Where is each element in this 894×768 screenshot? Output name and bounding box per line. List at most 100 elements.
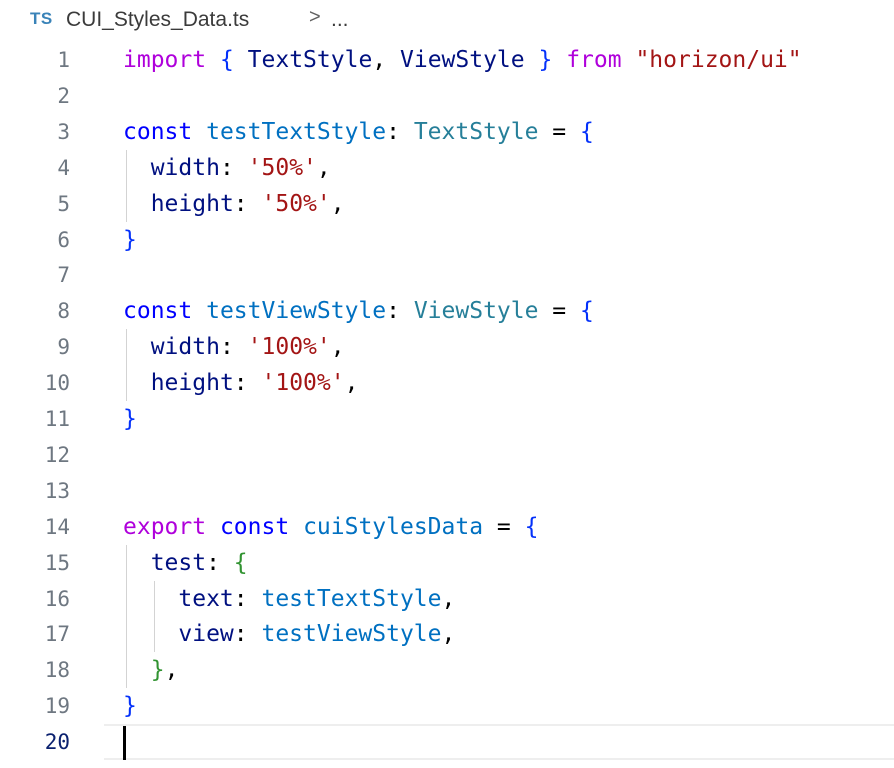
code-token: test <box>150 549 207 576</box>
code-token: width <box>150 154 220 181</box>
code-line[interactable]: 17 view: testViewStyle, <box>0 616 894 653</box>
line-number: 16 <box>44 586 70 611</box>
text-cursor <box>123 726 126 761</box>
breadcrumb: TS CUI_Styles_Data.ts > ... <box>0 0 894 44</box>
code-line[interactable]: 6} <box>0 222 894 258</box>
code-token: height <box>150 190 234 217</box>
code-text: } <box>123 222 137 258</box>
code-text: export const cuiStylesData = { <box>123 509 538 545</box>
code-line[interactable]: 20 <box>0 724 894 761</box>
code-token: , <box>441 621 456 648</box>
code-line[interactable]: 8 const testViewStyle: ViewStyle = { <box>0 293 894 329</box>
code-token: TextStyle <box>247 47 373 73</box>
code-text: } <box>123 688 137 724</box>
code-line[interactable]: 4 width: '50%', <box>0 149 894 186</box>
code-line[interactable]: 11} <box>0 401 894 437</box>
line-number: 14 <box>44 514 70 539</box>
code-line[interactable]: 7 <box>0 257 894 293</box>
code-token: ViewStyle <box>400 47 525 73</box>
line-number: 6 <box>57 227 70 252</box>
code-line[interactable]: 13 <box>0 473 894 509</box>
code-token: import <box>123 47 207 73</box>
line-number: 2 <box>57 83 70 108</box>
code-token: { <box>233 549 248 576</box>
code-token: '100%' <box>247 334 331 361</box>
line-number: 4 <box>57 155 70 180</box>
line-number: 12 <box>44 442 70 467</box>
line-number: 10 <box>44 371 70 396</box>
code-text: import { TextStyle, ViewStyle } from "ho… <box>123 42 802 78</box>
code-token: testViewStyle <box>261 621 442 648</box>
code-text: width: '50%', <box>123 150 331 186</box>
code-line[interactable]: 3 const testTextStyle: TextStyle = { <box>0 114 894 150</box>
code-token: testViewStyle <box>206 298 387 325</box>
code-token: : <box>206 549 234 576</box>
code-token: height <box>150 370 234 397</box>
code-token: from <box>566 47 622 73</box>
code-token: cuiStylesData <box>303 513 484 540</box>
code-line[interactable]: 12 <box>0 437 894 473</box>
code-line[interactable]: 10 height: '100%', <box>0 365 894 402</box>
code-token: } <box>150 657 165 684</box>
code-text: }, <box>123 652 179 688</box>
code-token: , <box>164 657 179 684</box>
code-token: , <box>330 190 345 217</box>
code-line[interactable]: 19} <box>0 688 894 724</box>
code-line[interactable]: 5 height: '50%', <box>0 185 894 222</box>
code-token: "horizon/ui" <box>635 47 802 73</box>
chevron-right-icon: > <box>309 6 321 28</box>
code-token: { <box>580 298 594 325</box>
code-line[interactable]: 14 export const cuiStylesData = { <box>0 509 894 545</box>
breadcrumb-file-name[interactable]: CUI_Styles_Data.ts <box>66 8 249 32</box>
line-number: 7 <box>57 263 70 288</box>
breadcrumb-more[interactable]: ... <box>331 8 349 32</box>
code-token: = <box>538 118 580 145</box>
code-text: const testViewStyle: ViewStyle = { <box>123 293 594 329</box>
code-line[interactable]: 2 <box>0 78 894 114</box>
code-line[interactable]: 18 }, <box>0 652 894 689</box>
code-token: , <box>372 47 400 73</box>
code-token: text <box>178 585 234 612</box>
code-token: , <box>316 154 331 181</box>
line-number: 17 <box>44 622 70 647</box>
line-number: 13 <box>44 478 70 503</box>
code-token: } <box>123 226 137 253</box>
code-token: : <box>233 190 262 217</box>
code-token: export <box>123 513 207 540</box>
code-line[interactable]: 1 import { TextStyle, ViewStyle } from "h… <box>0 42 894 78</box>
code-token: : <box>233 621 262 648</box>
code-token: TextStyle <box>413 118 539 145</box>
code-token: , <box>441 585 456 612</box>
code-line[interactable]: 16 text: testTextStyle, <box>0 580 894 617</box>
code-text: height: '100%', <box>123 365 359 401</box>
code-token: : <box>386 298 414 325</box>
code-token: : <box>219 154 248 181</box>
code-text: const testTextStyle: TextStyle = { <box>123 114 594 150</box>
code-line[interactable]: 9 width: '100%', <box>0 329 894 366</box>
line-number: 5 <box>57 191 70 216</box>
code-token: { <box>219 47 234 73</box>
code-text: } <box>123 401 137 437</box>
code-line[interactable]: 15 test: { <box>0 544 894 581</box>
code-token: = <box>483 513 525 540</box>
code-token: '50%' <box>247 154 317 181</box>
code-token: { <box>524 513 539 540</box>
code-token: ViewStyle <box>413 298 539 325</box>
code-text: height: '50%', <box>123 186 345 222</box>
line-number: 9 <box>57 335 70 360</box>
code-token: '50%' <box>261 190 331 217</box>
